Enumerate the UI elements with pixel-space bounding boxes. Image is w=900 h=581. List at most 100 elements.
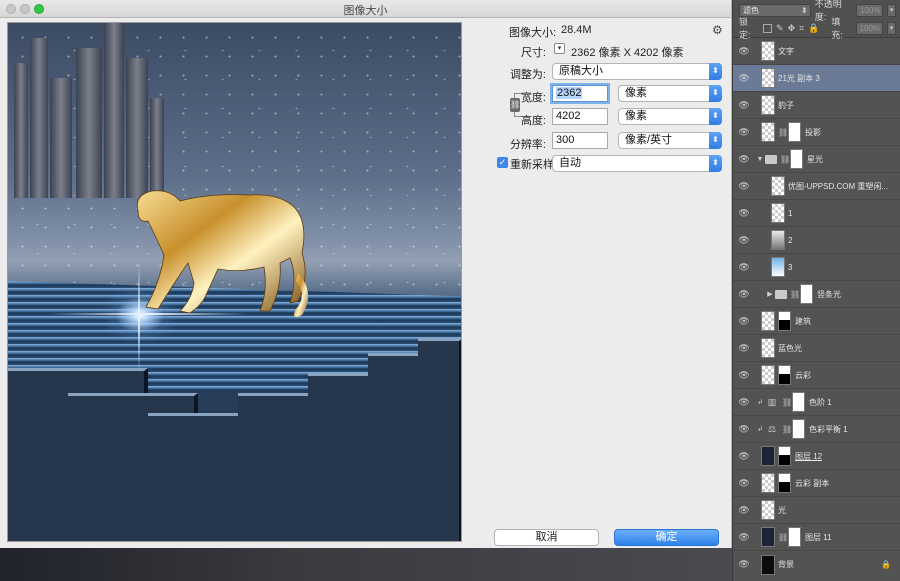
layer-mask-thumbnail: [792, 392, 805, 412]
layer-thumbnail: [761, 527, 775, 547]
layer-thumbnail: [761, 338, 775, 358]
ok-button[interactable]: 确定: [614, 529, 719, 546]
layer-row[interactable]: 👁 ⛓ 投影: [733, 119, 900, 146]
eye-icon[interactable]: 👁: [733, 208, 755, 219]
image-size-value: 28.4M: [561, 24, 592, 36]
folder-icon: [775, 289, 787, 299]
layer-name: 豹子: [778, 100, 794, 110]
gear-icon[interactable]: ⚙: [712, 23, 723, 37]
layer-row-background[interactable]: 👁 背景 🔒: [733, 551, 900, 578]
eye-icon[interactable]: 👁: [733, 343, 755, 354]
layer-group-row[interactable]: 👁 ▶ ⛓ 竖条光: [733, 281, 900, 308]
expand-arrow-icon[interactable]: ▼: [755, 156, 765, 163]
layer-name: 图层 12: [795, 451, 823, 461]
eye-icon[interactable]: 👁: [733, 46, 755, 57]
layer-name: 云彩 副本: [795, 478, 830, 488]
eye-icon[interactable]: 👁: [733, 289, 755, 300]
layers-panel: 滤色 不透明度: 100% ▾ 锁定: ✎ ✥ ⌗ 🔒 填充: 100% ▾ 👁…: [732, 0, 900, 581]
layer-row[interactable]: 👁 ⛓ 图层 11: [733, 524, 900, 551]
layer-row[interactable]: 👁 3: [733, 254, 900, 281]
chevron-updown-icon: ⬍: [709, 132, 722, 149]
eye-icon[interactable]: 👁: [733, 262, 755, 273]
resample-select[interactable]: 自动 ⬍: [552, 155, 722, 172]
eye-icon[interactable]: 👁: [733, 532, 755, 543]
eye-icon[interactable]: 👁: [733, 181, 755, 192]
layer-row[interactable]: 👁 蓝色光: [733, 335, 900, 362]
eye-icon[interactable]: 👁: [733, 397, 755, 408]
layer-row[interactable]: 👁 2: [733, 227, 900, 254]
balance-icon: ⚖: [767, 423, 777, 434]
resolution-unit-select[interactable]: 像素/英寸 ⬍: [618, 132, 722, 149]
canvas-background-strip: [0, 548, 732, 581]
width-label: 宽度:: [520, 92, 546, 104]
layer-row-selected[interactable]: 👁 21光 副本 3: [733, 65, 900, 92]
fit-to-select[interactable]: 原稿大小 ⬍: [552, 63, 722, 80]
dimensions-menu-icon[interactable]: ▾: [554, 43, 565, 54]
title-bar: 图像大小: [0, 0, 731, 18]
layer-thumbnail: [761, 554, 775, 575]
opacity-dropdown-icon[interactable]: ▾: [887, 3, 896, 17]
layer-row[interactable]: 👁 文字: [733, 38, 900, 65]
lock-transparent-icon[interactable]: [763, 23, 773, 33]
layer-row[interactable]: 👁 光: [733, 497, 900, 524]
layer-name: 2: [788, 235, 793, 245]
height-unit-select[interactable]: 像素 ⬍: [618, 108, 722, 125]
eye-icon[interactable]: 👁: [733, 73, 755, 84]
link-icon: ⛓: [790, 289, 801, 299]
cancel-button[interactable]: 取消: [494, 529, 599, 546]
resample-checkbox[interactable]: ✓: [497, 157, 508, 168]
layer-row[interactable]: 👁 1: [733, 200, 900, 227]
levels-icon: ▥: [767, 396, 777, 407]
fit-to-label: 调整为:: [509, 69, 546, 81]
layer-thumbnail: [761, 122, 775, 142]
layer-name: 色彩平衡 1: [809, 424, 848, 434]
layers-panel-header: 滤色 不透明度: 100% ▾ 锁定: ✎ ✥ ⌗ 🔒 填充: 100% ▾: [733, 0, 900, 40]
fill-dropdown-icon[interactable]: ▾: [887, 21, 896, 35]
clip-arrow-icon: ↲: [757, 426, 763, 433]
layer-row[interactable]: 👁 建筑: [733, 308, 900, 335]
image-preview[interactable]: [7, 22, 462, 542]
lock-move-icon[interactable]: ✥: [788, 23, 796, 34]
layer-mask-thumbnail: [778, 473, 791, 493]
layer-name: 色阶 1: [809, 397, 832, 407]
opacity-field[interactable]: 100%: [855, 3, 884, 17]
eye-icon[interactable]: 👁: [733, 100, 755, 111]
layer-thumbnail: [771, 230, 785, 250]
layer-row[interactable]: 👁 云彩 副本: [733, 470, 900, 497]
fill-field[interactable]: 100%: [855, 21, 884, 35]
layer-row[interactable]: 👁 豹子: [733, 92, 900, 119]
layer-group-row[interactable]: 👁 ▼ ⛓ 星光: [733, 146, 900, 173]
eye-icon[interactable]: 👁: [733, 559, 755, 570]
lock-all-icon[interactable]: 🔒: [808, 23, 819, 34]
layer-row[interactable]: 👁 ↲ ⚖ ⛓ 色彩平衡 1: [733, 416, 900, 443]
resolution-field[interactable]: 300: [552, 132, 608, 149]
resample-label: 重新采样:: [510, 159, 558, 171]
collapse-arrow-icon[interactable]: ▶: [765, 290, 775, 298]
eye-icon[interactable]: 👁: [733, 154, 755, 165]
eye-icon[interactable]: 👁: [733, 370, 755, 381]
eye-icon[interactable]: 👁: [733, 478, 755, 489]
layer-row[interactable]: 👁 图层 12: [733, 443, 900, 470]
width-field[interactable]: 2362: [552, 85, 608, 102]
layer-row[interactable]: 👁 云彩: [733, 362, 900, 389]
layer-row[interactable]: 👁 ↲ ▥ ⛓ 色阶 1: [733, 389, 900, 416]
image-size-dialog: 图像大小 图像大小: 28.4M ⚙ 尺寸: ▾ 2362 像素 X 4202 …: [0, 0, 732, 548]
layer-mask-thumbnail: [778, 365, 791, 385]
height-field[interactable]: 4202: [552, 108, 608, 125]
eye-icon[interactable]: 👁: [733, 505, 755, 516]
dimensions-label: 尺寸:: [520, 47, 546, 59]
lock-artboard-icon[interactable]: ⌗: [799, 23, 804, 34]
eye-icon[interactable]: 👁: [733, 235, 755, 246]
eye-icon[interactable]: 👁: [733, 316, 755, 327]
city-skyline: [8, 23, 178, 198]
layer-name: 背景: [778, 560, 794, 569]
width-unit-select[interactable]: 像素 ⬍: [618, 85, 722, 102]
lock-icon: 🔒: [881, 560, 891, 569]
eye-icon[interactable]: 👁: [733, 127, 755, 138]
layer-name: 竖条光: [817, 289, 841, 299]
layer-row[interactable]: 👁 优图-UPPSD.COM 重塑闲...: [733, 173, 900, 200]
vertical-slats: [8, 323, 461, 541]
lock-paint-icon[interactable]: ✎: [776, 23, 784, 34]
eye-icon[interactable]: 👁: [733, 424, 755, 435]
eye-icon[interactable]: 👁: [733, 451, 755, 462]
